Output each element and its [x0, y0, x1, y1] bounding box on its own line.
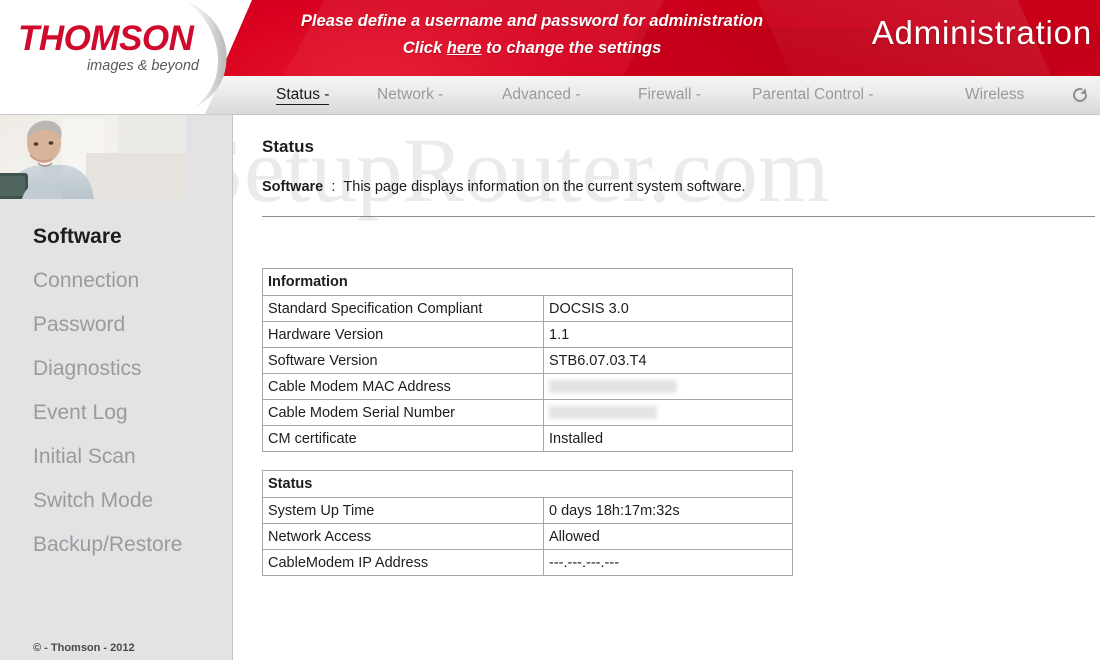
- row-value: [543, 373, 793, 400]
- row-key: CableModem IP Address: [262, 549, 544, 576]
- row-key: Cable Modem MAC Address: [262, 373, 544, 400]
- header-notice: Please define a username and password fo…: [252, 8, 812, 62]
- row-value: ---.---.---.---: [543, 549, 793, 576]
- redacted-value: [549, 405, 657, 419]
- table-row: Software Version STB6.07.03.T4: [262, 347, 793, 374]
- logo-wordmark: THOMSON: [18, 19, 194, 58]
- sidebar-item-switch-mode[interactable]: Switch Mode: [0, 479, 232, 523]
- row-value: Installed: [543, 425, 793, 452]
- sidebar-menu: Software Connection Password Diagnostics Eve…: [0, 215, 232, 567]
- content-divider: [262, 216, 1095, 217]
- content-body: Status Software : This page displays inf…: [233, 115, 1100, 195]
- page-section-title: Administration: [871, 14, 1092, 51]
- nav-items: Status - Network - Advanced - Firewall - Par…: [232, 76, 1100, 114]
- sidebar: Software Connection Password Diagnostics Eve…: [0, 115, 233, 660]
- nav-item-advanced[interactable]: Advanced -: [502, 86, 580, 104]
- redacted-value: [549, 379, 677, 393]
- sidebar-item-connection[interactable]: Connection: [0, 259, 232, 303]
- sidebar-item-password[interactable]: Password: [0, 303, 232, 347]
- information-table-body: Standard Specification Compliant DOCSIS 3…: [262, 295, 793, 452]
- row-key: Standard Specification Compliant: [262, 295, 544, 322]
- table-row: Network Access Allowed: [262, 523, 793, 550]
- status-table-body: System Up Time 0 days 18h:17m:32s Network …: [262, 497, 793, 576]
- description-label: Software: [262, 179, 324, 195]
- table-row: Standard Specification Compliant DOCSIS 3…: [262, 295, 793, 322]
- nav-item-label: Parental Control -: [752, 86, 874, 103]
- nav-item-status[interactable]: Status -: [276, 86, 330, 105]
- table-row: Cable Modem Serial Number: [262, 399, 793, 426]
- row-value: 1.1: [543, 321, 793, 348]
- table-row: Hardware Version 1.1: [262, 321, 793, 348]
- nav-item-label: Firewall -: [638, 86, 701, 103]
- table-header-row: Status: [262, 470, 793, 498]
- status-table-header: Status: [262, 470, 793, 498]
- change-settings-link[interactable]: here: [447, 39, 482, 57]
- nav-item-label: Wireless: [965, 86, 1025, 103]
- page-description: Software : This page displays informatio…: [262, 179, 1100, 195]
- row-value: [543, 399, 793, 426]
- description-text: This page displays information on the cu…: [343, 179, 746, 195]
- header-notice-line2: Click here to change the settings: [252, 35, 812, 62]
- sidebar-banner-photo: [0, 115, 186, 199]
- header-notice-suffix: to change the settings: [481, 39, 662, 57]
- thomson-logo[interactable]: THOMSON images & beyond: [18, 20, 213, 82]
- row-key: System Up Time: [262, 497, 544, 524]
- row-key: Software Version: [262, 347, 544, 374]
- row-key: CM certificate: [262, 425, 544, 452]
- router-admin-page: Please define a username and password fo…: [0, 0, 1100, 660]
- sidebar-copyright: © - Thomson - 2012: [33, 642, 135, 654]
- sidebar-item-backup-restore[interactable]: Backup/Restore: [0, 523, 232, 567]
- nav-item-label: Status -: [276, 86, 330, 105]
- nav-item-label: Network -: [377, 86, 444, 103]
- row-key: Cable Modem Serial Number: [262, 399, 544, 426]
- sidebar-item-initial-scan[interactable]: Initial Scan: [0, 435, 232, 479]
- row-value: 0 days 18h:17m:32s: [543, 497, 793, 524]
- row-value: Allowed: [543, 523, 793, 550]
- row-key: Network Access: [262, 523, 544, 550]
- header-notice-line1: Please define a username and password fo…: [300, 12, 764, 30]
- row-key: Hardware Version: [262, 321, 544, 348]
- nav-item-parental-control[interactable]: Parental Control -: [752, 86, 873, 104]
- sidebar-item-event-log[interactable]: Event Log: [0, 391, 232, 435]
- table-row: CableModem IP Address ---.---.---.---: [262, 549, 793, 576]
- page-title: Status: [262, 137, 314, 156]
- refresh-icon[interactable]: [1070, 85, 1090, 105]
- sidebar-item-software[interactable]: Software: [0, 215, 232, 259]
- description-separator: :: [331, 179, 336, 195]
- header-notice-prefix: Click: [402, 39, 447, 57]
- nav-item-firewall[interactable]: Firewall -: [638, 86, 701, 104]
- table-header-row: Information: [262, 268, 793, 296]
- nav-item-wireless[interactable]: Wireless: [965, 86, 1024, 104]
- nav-item-network[interactable]: Network -: [377, 86, 443, 104]
- information-table: Information Standard Specification Compl…: [262, 268, 793, 452]
- row-value: STB6.07.03.T4: [543, 347, 793, 374]
- row-value: DOCSIS 3.0: [543, 295, 793, 322]
- table-row: System Up Time 0 days 18h:17m:32s: [262, 497, 793, 524]
- information-table-header: Information: [262, 268, 793, 296]
- status-table: Status System Up Time 0 days 18h:17m:32s N…: [262, 470, 793, 576]
- table-row: CM certificate Installed: [262, 425, 793, 452]
- logo-tagline: images & beyond: [86, 58, 199, 74]
- nav-item-label: Advanced -: [502, 86, 581, 103]
- sidebar-item-diagnostics[interactable]: Diagnostics: [0, 347, 232, 391]
- table-row: Cable Modem MAC Address: [262, 373, 793, 400]
